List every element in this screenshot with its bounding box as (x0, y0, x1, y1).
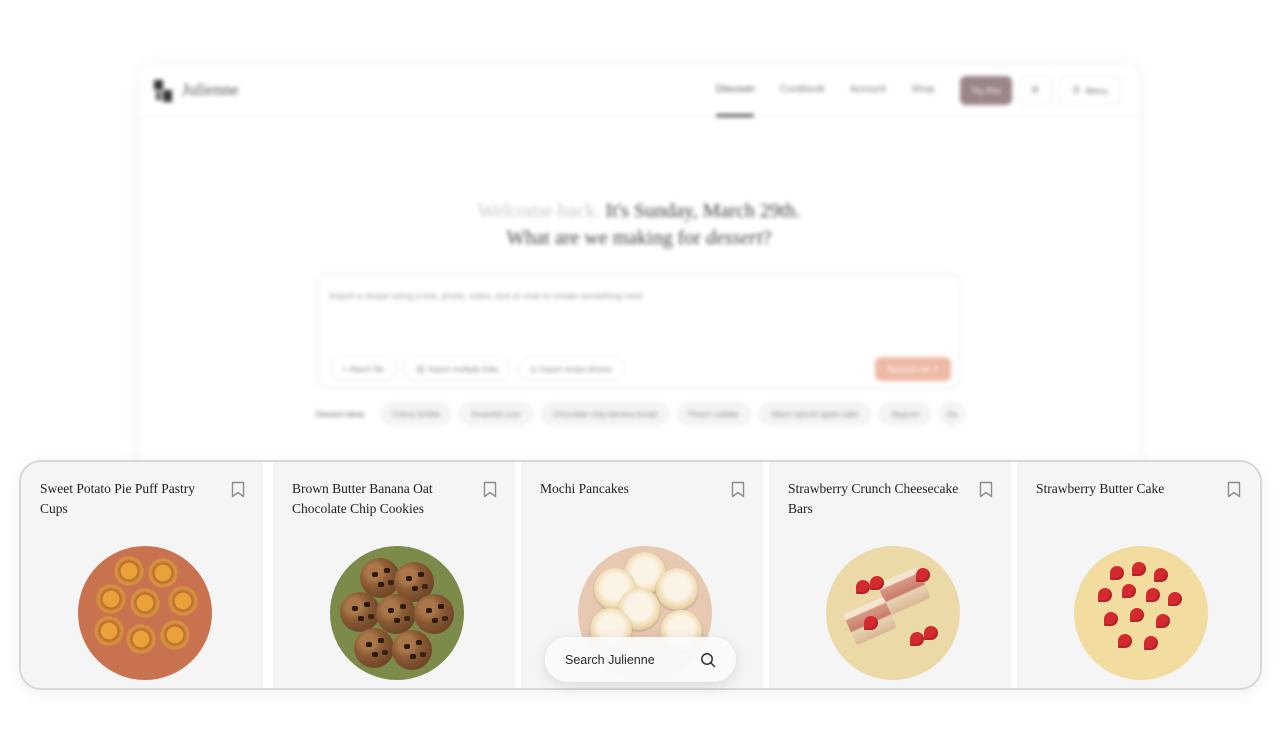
recipe-card[interactable]: Sweet Potato Pie Puff Pastry Cups (21, 462, 263, 688)
bookmark-icon[interactable] (483, 481, 497, 498)
greeting-text: Welcome back. (477, 200, 601, 222)
question-text: What are we making for (506, 227, 701, 249)
idea-chip[interactable]: Negroni (878, 402, 932, 426)
attach-file-button[interactable]: + Attach file (329, 357, 397, 381)
menu-label: Menu (1085, 85, 1108, 96)
bookmark-icon[interactable] (731, 481, 745, 498)
attach-file-label: Attach file (348, 364, 385, 374)
question-suffix: ? (762, 227, 772, 249)
sparkle-icon: ✦ (932, 364, 940, 374)
bookmark-icon[interactable] (979, 481, 993, 498)
bookmark-icon[interactable] (231, 481, 245, 498)
import-photos-label: Import recipe photos (539, 364, 613, 374)
idea-chip[interactable]: Da (938, 402, 966, 426)
recipe-title[interactable]: Sweet Potato Pie Puff Pastry Cups (40, 479, 225, 519)
menu-button[interactable]: ☰ Menu (1058, 76, 1122, 105)
surprise-label: Surprise me (886, 364, 931, 374)
date-text: It's Sunday, March 29th. (605, 200, 801, 222)
hamburger-icon: ☰ (1072, 85, 1081, 95)
idea-chip[interactable]: Chocolate chip banana bread (540, 402, 670, 426)
idea-chip[interactable]: Crème brûlée (380, 402, 452, 426)
search-bar[interactable]: Search Julienne (545, 637, 736, 682)
gear-icon: ⚙ (1030, 85, 1040, 96)
surprise-me-button[interactable]: Surprise me ✦ (875, 357, 951, 381)
recipe-title[interactable]: Brown Butter Banana Oat Chocolate Chip C… (292, 479, 477, 519)
recipe-title[interactable]: Mochi Pancakes (540, 479, 725, 499)
nav-discover[interactable]: Discover (716, 84, 755, 95)
dessert-ideas-label: Dessert ideas (316, 410, 365, 419)
julienne-logo-icon[interactable] (154, 80, 172, 102)
recipe-import-composer[interactable]: Import a recipe using a link, photo, vid… (318, 274, 960, 388)
recipe-photo[interactable] (1074, 546, 1208, 680)
recipe-photo[interactable] (330, 546, 464, 680)
import-links-label: Import multiple links (427, 364, 499, 374)
search-icon[interactable] (700, 652, 716, 668)
active-nav-indicator (716, 114, 754, 117)
camera-icon: ◎ (529, 364, 540, 374)
top-navigation-bar: Julienne Discover Cookbook Account Shop … (140, 66, 1138, 118)
plus-icon: + (341, 364, 349, 374)
recipe-photo[interactable] (826, 546, 960, 680)
composer-placeholder[interactable]: Import a recipe using a link, photo, vid… (329, 291, 643, 301)
idea-chip[interactable]: Amaretto sour (458, 402, 534, 426)
question-emphasis: dessert (705, 227, 763, 249)
recipe-card[interactable]: Brown Butter Banana Oat Chocolate Chip C… (273, 462, 515, 688)
recipe-photo[interactable] (78, 546, 212, 680)
welcome-heading: Welcome back. It's Sunday, March 29th. W… (140, 198, 1138, 252)
link-icon: ⛓ (415, 364, 428, 374)
background-app-window: Julienne Discover Cookbook Account Shop … (140, 66, 1138, 466)
settings-button[interactable]: ⚙ (1018, 76, 1052, 105)
idea-chip[interactable]: Warm spiced apple cider (758, 402, 872, 426)
import-multiple-links-button[interactable]: ⛓ Import multiple links (403, 357, 511, 381)
nav-account[interactable]: Account (850, 84, 886, 95)
recipe-title[interactable]: Strawberry Butter Cake (1036, 479, 1221, 499)
idea-chip[interactable]: Peach cobbler (676, 402, 752, 426)
recipe-card[interactable]: Strawberry Crunch Cheesecake Bars (769, 462, 1011, 688)
nav-shop[interactable]: Shop (911, 84, 934, 95)
nav-cookbook[interactable]: Cookbook (780, 84, 825, 95)
recipe-card[interactable]: Strawberry Butter Cake (1017, 462, 1259, 688)
recipe-title[interactable]: Strawberry Crunch Cheesecake Bars (788, 479, 973, 519)
bookmark-icon[interactable] (1227, 481, 1241, 498)
search-input[interactable]: Search Julienne (565, 653, 700, 667)
import-recipe-photos-button[interactable]: ◎ Import recipe photos (517, 357, 625, 381)
try-pro-button[interactable]: Try Pro (960, 76, 1012, 105)
brand-name[interactable]: Julienne (182, 80, 239, 100)
